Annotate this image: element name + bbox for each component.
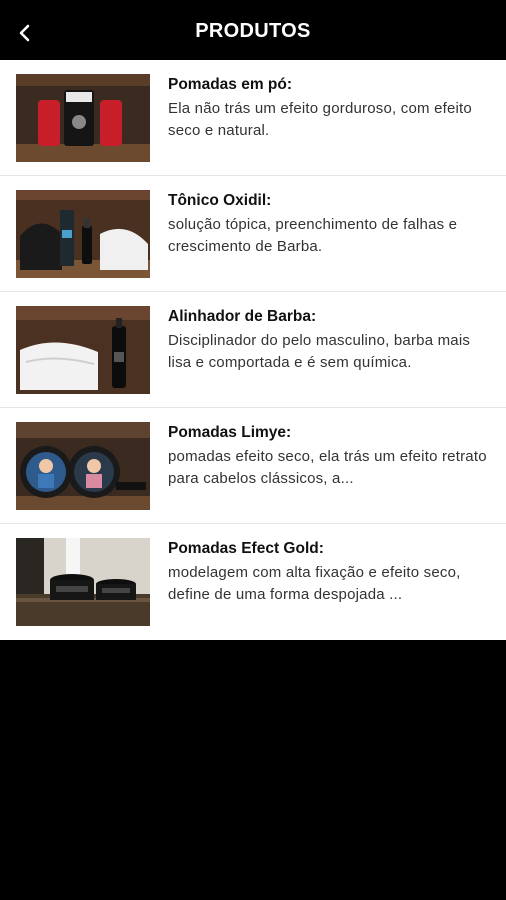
product-description: Ela não trás um efeito gorduroso, com ef… — [168, 100, 472, 139]
product-description: pomadas efeito seco, ela trás um efeito … — [168, 448, 487, 487]
list-item[interactable]: Tônico Oxidil: solução tópica, preenchim… — [0, 176, 506, 292]
list-item[interactable]: Alinhador de Barba: Disciplinador do pel… — [0, 292, 506, 408]
product-image — [16, 306, 150, 394]
product-name: Pomadas Limye: — [168, 424, 292, 441]
product-name: Tônico Oxidil: — [168, 192, 272, 209]
product-name: Pomadas em pó: — [168, 76, 293, 93]
page-title: PRODUTOS — [195, 20, 311, 42]
product-description: modelagem com alta fixação e efeito seco… — [168, 564, 461, 603]
product-image — [16, 190, 150, 278]
product-image — [16, 422, 150, 510]
product-image — [16, 538, 150, 626]
list-item[interactable]: Pomadas Limye: pomadas efeito seco, ela … — [0, 408, 506, 524]
product-name: Pomadas Efect Gold: — [168, 540, 324, 557]
product-image — [16, 74, 150, 162]
list-item[interactable]: Pomadas Efect Gold: modelagem com alta f… — [0, 524, 506, 640]
product-description: Disciplinador do pelo masculino, barba m… — [168, 332, 471, 371]
list-item[interactable]: Pomadas em pó: Ela não trás um efeito go… — [0, 60, 506, 176]
product-list: Pomadas em pó: Ela não trás um efeito go… — [0, 60, 506, 640]
product-description: solução tópica, preenchimento de falhas … — [168, 216, 458, 255]
product-name: Alinhador de Barba: — [168, 308, 317, 325]
app-header: PRODUTOS — [0, 0, 506, 60]
